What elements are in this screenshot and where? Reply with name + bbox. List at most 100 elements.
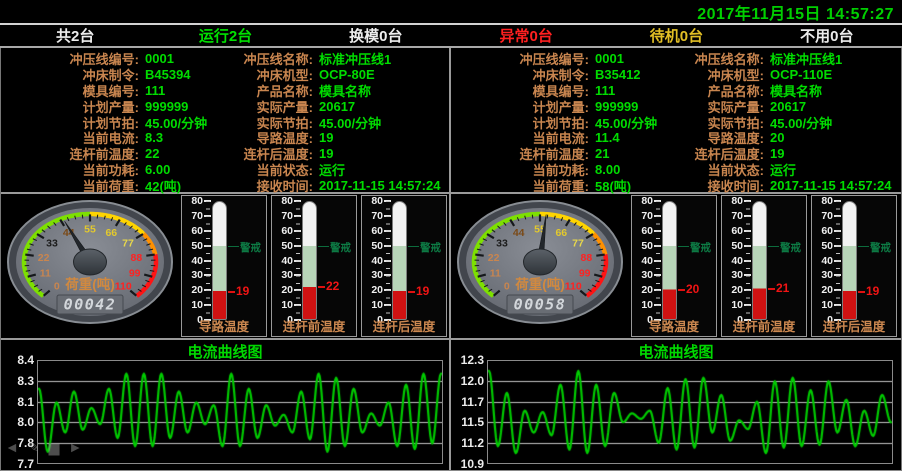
thermo-minor-ticks <box>836 201 840 320</box>
status-running[interactable]: 运行2台 <box>150 25 300 46</box>
info-value: B35412 <box>595 67 641 82</box>
page-icon[interactable]: ▆ <box>49 438 60 456</box>
chart-title: 电流曲线图 <box>451 340 901 360</box>
thermo-tube <box>752 201 767 320</box>
top-bar: 2017年11月15日 14:57:27 <box>0 0 902 25</box>
chart-plot: 8.48.38.18.07.87.7 <box>37 360 443 464</box>
thermo-tick-label: 50 <box>722 240 743 252</box>
warn-label: 警戒 <box>330 240 351 255</box>
thermometer-连杆前温度: 80706050403020100警戒22连杆前温度 <box>271 195 357 337</box>
y-tick-label: 8.1 <box>17 395 34 409</box>
gauge-tick-label: 88 <box>581 252 593 264</box>
thermo-tick-label: 60 <box>722 225 743 237</box>
status-total[interactable]: 共2台 <box>0 25 150 46</box>
thermo-tick-label: 50 <box>812 240 833 252</box>
status-mold-change[interactable]: 换模0台 <box>301 25 451 46</box>
info-row: 接收时间:2017-11-15 14:57:24 <box>676 177 901 193</box>
y-tick-label: 8.3 <box>17 374 34 388</box>
warn-label: 警戒 <box>420 240 441 255</box>
thermometer-连杆后温度: 80706050403020100警戒19连杆后温度 <box>811 195 897 337</box>
info-value: 19 <box>319 130 333 145</box>
warn-label: 警戒 <box>240 240 261 255</box>
info-value: OCP-80E <box>319 67 375 82</box>
info-value: 运行 <box>770 160 796 179</box>
gauge-tick-label: 44 <box>513 227 525 239</box>
thermo-tick-label: 10 <box>722 299 743 311</box>
gauge-section: 0112233445566778899110荷重(吨)00058 8070605… <box>451 194 901 340</box>
info-value: 标准冲压线1 <box>319 49 391 68</box>
y-tick-label: 12.0 <box>461 374 484 388</box>
status-standby[interactable]: 待机0台 <box>601 25 751 46</box>
info-value: OCP-110E <box>770 67 832 82</box>
gauge-tick-label: 77 <box>572 237 584 249</box>
thermo-tick-label: 40 <box>632 255 653 267</box>
thermo-tick-label: 30 <box>362 269 383 281</box>
thermo-tick-label: 30 <box>812 269 833 281</box>
info-value: 111 <box>595 83 615 98</box>
info-value: 2017-11-15 14:57:24 <box>770 178 891 193</box>
info-value: 0001 <box>145 51 174 66</box>
thermo-tick-label: 50 <box>182 240 203 252</box>
current-curve-chart <box>488 361 892 463</box>
info-value: 8.00 <box>595 162 620 177</box>
warn-label: 警戒 <box>780 240 801 255</box>
info-value: 58(吨) <box>595 176 631 195</box>
main-area: 冲压线编号:0001冲床制令:B45394模具编号:111计划产量:999999… <box>0 48 902 471</box>
gauge-tick-label: 99 <box>579 267 591 279</box>
thermo-name: 导路温度 <box>632 316 716 335</box>
info-label: 当前荷重: <box>451 176 589 195</box>
y-tick-label: 11.2 <box>461 436 484 450</box>
thermo-tube <box>302 201 317 320</box>
gauge-tick-label: 110 <box>565 281 582 293</box>
thermo-tick-label: 50 <box>632 240 653 252</box>
load-gauge: 0112233445566778899110荷重(吨)00058 <box>453 199 627 333</box>
thermo-tick-label: 30 <box>182 269 203 281</box>
nav-toolbar: ◄ ✎ ▆ ► <box>5 438 82 456</box>
thermo-tick-label: 80 <box>722 195 743 207</box>
status-abnormal[interactable]: 异常0台 <box>451 25 601 46</box>
thermo-tick-label: 20 <box>182 284 203 296</box>
chart-section: 电流曲线图 12.312.011.711.511.210.9 <box>451 340 901 470</box>
warn-threshold-line <box>228 246 239 247</box>
info-value: 21 <box>595 146 609 161</box>
info-value: 运行 <box>319 160 345 179</box>
thermo-tick-label: 80 <box>812 195 833 207</box>
info-row: 当前荷重:42(吨) <box>1 177 225 193</box>
thermo-tick-label: 70 <box>182 210 203 222</box>
back-arrow-icon[interactable]: ◄ <box>5 438 19 456</box>
edit-pencil-icon[interactable]: ✎ <box>28 438 40 456</box>
gauge-odometer: 00042 <box>64 296 117 314</box>
status-unused[interactable]: 不用0台 <box>752 25 902 46</box>
y-axis-labels: 12.312.011.711.511.210.9 <box>451 360 484 464</box>
warn-threshold-line <box>678 246 689 247</box>
forward-arrow-icon[interactable]: ► <box>68 438 82 456</box>
info-value: 20617 <box>770 99 806 114</box>
thermometer-连杆后温度: 80706050403020100警戒19连杆后温度 <box>361 195 447 337</box>
datetime: 2017年11月15日 14:57:27 <box>697 0 894 24</box>
thermo-tube <box>662 201 677 320</box>
info-value: 2017-11-15 14:57:24 <box>319 178 440 193</box>
warn-label: 警戒 <box>870 240 891 255</box>
thermo-tick-label: 70 <box>272 210 293 222</box>
value-marker <box>858 291 865 293</box>
thermo-tick-label: 40 <box>812 255 833 267</box>
warn-threshold-line <box>768 246 779 247</box>
gauge-tick-label: 88 <box>131 252 143 264</box>
warn-threshold-line <box>858 246 869 247</box>
value-label: 20 <box>686 282 699 296</box>
thermo-minor-ticks <box>206 201 210 320</box>
gauge-tick-label: 22 <box>488 252 500 264</box>
thermo-tube <box>392 201 407 320</box>
info-label: 当前荷重: <box>1 176 139 195</box>
y-tick-label: 8.4 <box>17 353 34 367</box>
value-label: 19 <box>866 284 879 298</box>
thermometer-导路温度: 80706050403020100警戒20导路温度 <box>631 195 717 337</box>
info-block: 冲压线编号:0001冲床制令:B45394模具编号:111计划产量:999999… <box>1 48 449 194</box>
thermo-tick-label: 20 <box>272 284 293 296</box>
thermometers: 80706050403020100警戒20导路温度807060504030201… <box>631 195 897 337</box>
thermo-tick-label: 10 <box>632 299 653 311</box>
thermo-name: 连杆前温度 <box>722 316 806 335</box>
info-value: 999999 <box>145 99 188 114</box>
thermo-minor-ticks <box>746 201 750 320</box>
y-tick-label: 8.0 <box>17 415 34 429</box>
